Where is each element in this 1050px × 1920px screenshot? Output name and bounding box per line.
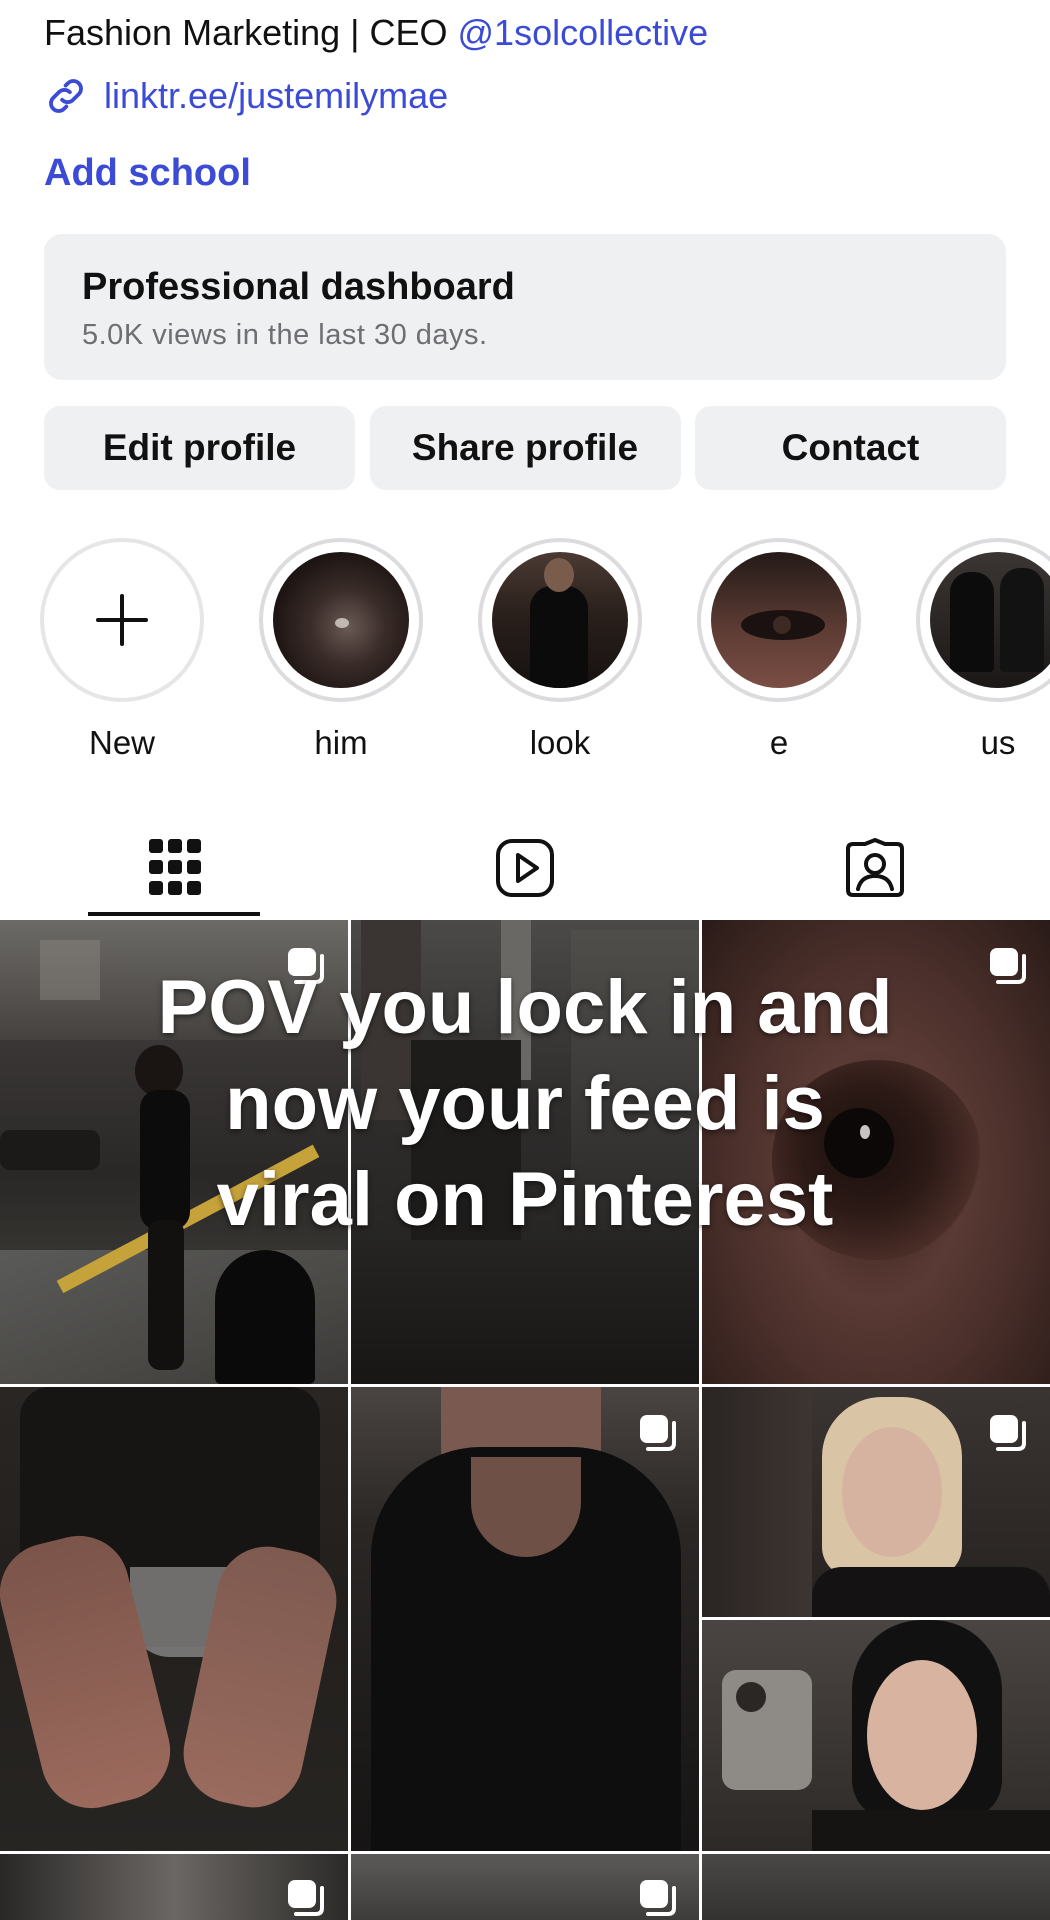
professional-dashboard-card[interactable]: Professional dashboard 5.0K views in the… (44, 234, 1006, 380)
highlight-ring (40, 538, 204, 702)
post-tile[interactable] (351, 1387, 699, 1851)
carousel-icon (990, 1415, 1026, 1451)
reels-icon (496, 839, 554, 897)
post-tile[interactable] (0, 1387, 348, 1851)
highlight-ring (916, 538, 1050, 702)
story-highlights: New him look e us (0, 538, 1050, 768)
profile-action-buttons: Edit profile Share profile Contact (44, 406, 1006, 490)
plus-icon (96, 594, 148, 646)
highlight-label: e (769, 724, 789, 761)
highlight-label: look (529, 724, 591, 761)
tab-tagged[interactable] (700, 820, 1050, 916)
highlight-image (711, 552, 847, 688)
overlay-line: viral on Pinterest (216, 1157, 834, 1242)
highlight-label: us (980, 724, 1016, 761)
highlight-new[interactable]: New (36, 538, 208, 762)
post-tile[interactable] (702, 1620, 1050, 1851)
grid-icon (149, 839, 201, 895)
dashboard-subtitle: 5.0K views in the last 30 days. (82, 319, 488, 351)
post-overlay-caption: POV you lock in and now your feed is vir… (0, 960, 1050, 1248)
highlight-us[interactable]: us (912, 538, 1050, 762)
add-school-link[interactable]: Add school (44, 152, 251, 195)
highlight-image (492, 552, 628, 688)
dashboard-title: Professional dashboard (82, 266, 515, 308)
highlight-ring (478, 538, 642, 702)
overlay-line: POV you lock in and (157, 965, 893, 1050)
bio-link[interactable]: linktr.ee/justemilymae (42, 72, 448, 120)
highlight-label: New (88, 724, 156, 761)
highlight-image (930, 552, 1050, 688)
bio-handle-link[interactable]: @1solcollective (458, 12, 709, 53)
carousel-icon (288, 1880, 324, 1916)
carousel-icon (640, 1880, 676, 1916)
highlight-ring (259, 538, 423, 702)
overlay-line: now your feed is (225, 1061, 825, 1146)
post-tile[interactable] (702, 1854, 1050, 1920)
highlight-label: him (314, 724, 368, 761)
contact-button[interactable]: Contact (695, 406, 1006, 490)
bio-description: Fashion Marketing | CEO (44, 12, 458, 53)
highlight-look[interactable]: look (474, 538, 646, 762)
link-icon (42, 72, 90, 120)
carousel-icon (640, 1415, 676, 1451)
highlight-e[interactable]: e (693, 538, 865, 762)
active-tab-indicator (88, 912, 260, 916)
highlight-ring (697, 538, 861, 702)
share-profile-button[interactable]: Share profile (369, 406, 681, 490)
tagged-icon (846, 838, 904, 897)
highlight-him[interactable]: him (255, 538, 427, 762)
highlight-image (273, 552, 409, 688)
tab-posts-grid[interactable] (0, 820, 350, 916)
bio-link-text[interactable]: linktr.ee/justemilymae (104, 75, 448, 117)
bio-text: Fashion Marketing | CEO @1solcollective (44, 12, 708, 54)
edit-profile-button[interactable]: Edit profile (44, 406, 355, 490)
tab-reels[interactable] (350, 820, 700, 916)
profile-tabs (0, 820, 1050, 920)
